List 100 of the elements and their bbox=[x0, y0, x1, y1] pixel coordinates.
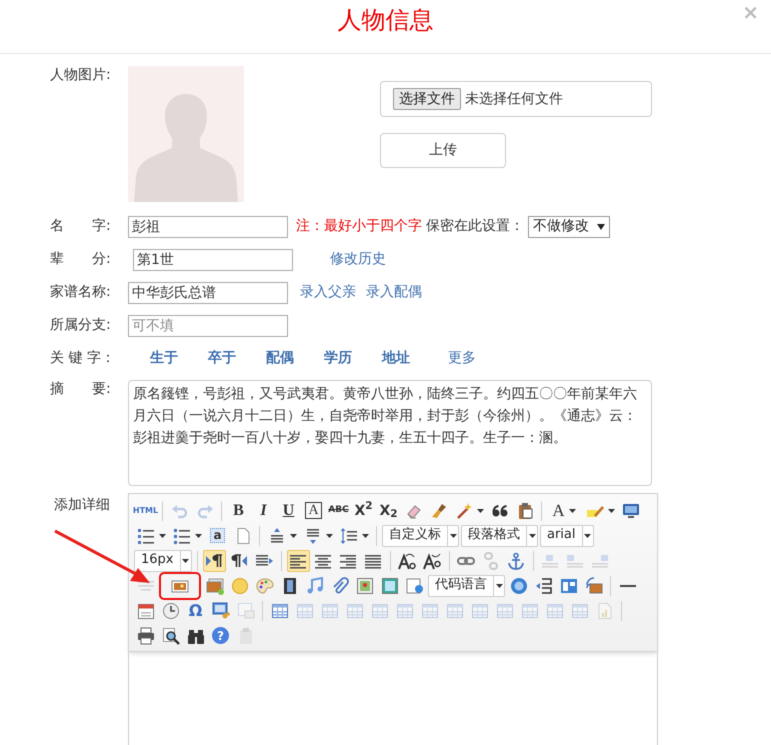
dropdown-select[interactable]: 段落格式 bbox=[461, 524, 538, 546]
special-character-button[interactable]: Ω bbox=[184, 600, 207, 622]
screenshot-icon bbox=[212, 602, 230, 620]
paperclip-icon bbox=[330, 576, 348, 594]
table-icon bbox=[470, 602, 488, 620]
dropdown-select[interactable]: 自定义标 bbox=[382, 524, 459, 546]
upload-button[interactable]: 上传 bbox=[380, 133, 506, 168]
magnifier-icon bbox=[162, 626, 180, 644]
summary-field[interactable]: 原名籛铿，号彭祖，又号武夷君。黄帝八世孙，陆终三子。约四五〇〇年前某年六月六日（一说六月十二日）生，自尧帝时举用，封于彭（今徐州）。《通志》云：彭祖进羹于尧时一百八十岁，娶四十九妻，生五十四子。生子一：溷。 bbox=[128, 380, 652, 486]
bullet-list-icon bbox=[172, 526, 190, 544]
text-case-icon bbox=[398, 552, 416, 570]
table-icon bbox=[320, 602, 338, 620]
music-note-icon bbox=[306, 576, 324, 594]
table-icon bbox=[520, 602, 538, 620]
subscript-button[interactable]: X$_{2}$ bbox=[377, 500, 400, 522]
table-icon bbox=[346, 602, 364, 620]
keyword-link[interactable]: 卒于 bbox=[208, 349, 236, 368]
caret-icon bbox=[158, 534, 166, 538]
printer-icon bbox=[136, 626, 154, 644]
strikethrough-button[interactable]: ABC bbox=[327, 500, 350, 522]
field-label: 添加详细 bbox=[53, 496, 111, 514]
choose-file-button[interactable]: 选择文件 bbox=[393, 88, 461, 110]
field-label: 人物图片: bbox=[50, 66, 112, 85]
monitor-icon bbox=[622, 502, 640, 520]
bold-button[interactable]: B bbox=[227, 500, 250, 522]
webpage-icon bbox=[406, 576, 424, 594]
keyword-link[interactable]: 学历 bbox=[324, 349, 352, 368]
unlink-icon bbox=[482, 552, 500, 570]
avatar-placeholder-icon bbox=[128, 66, 244, 202]
caret-icon bbox=[568, 508, 576, 512]
palette-icon bbox=[256, 576, 274, 594]
genealogy-field[interactable]: 中华彭氏总谱 bbox=[128, 282, 288, 304]
history-link[interactable]: 修改历史 bbox=[330, 250, 386, 269]
border-button[interactable]: a bbox=[206, 524, 229, 546]
caret-icon bbox=[584, 534, 592, 538]
align-left-button[interactable] bbox=[286, 550, 310, 572]
line-height-icon bbox=[340, 526, 358, 544]
html-button[interactable]: HTML bbox=[134, 500, 157, 522]
images-icon bbox=[206, 576, 224, 594]
left-to-right-button[interactable] bbox=[202, 550, 226, 572]
page-break-icon bbox=[534, 576, 552, 594]
dialog-title: 人物信息 bbox=[338, 5, 434, 36]
file-status-text: 未选择任何文件 bbox=[465, 90, 563, 108]
left-to-right-icon bbox=[205, 552, 223, 570]
keyword-link[interactable]: 配偶 bbox=[266, 349, 294, 368]
caret-icon bbox=[496, 584, 502, 588]
keyword-link[interactable]: 地址 bbox=[382, 349, 410, 368]
horizontal-rule-icon bbox=[618, 584, 636, 588]
caret-icon bbox=[608, 508, 614, 512]
table-icon bbox=[420, 602, 438, 620]
underline-button[interactable]: U bbox=[277, 500, 300, 522]
field-label: 辈 分: bbox=[50, 250, 112, 269]
dropdown-select[interactable]: 代码语言 bbox=[428, 574, 505, 596]
caret-icon bbox=[182, 558, 189, 562]
field-label: 所属分支: bbox=[50, 316, 112, 335]
background-image-icon bbox=[584, 576, 602, 594]
magic-wand-icon bbox=[454, 502, 472, 520]
caret-icon bbox=[194, 534, 202, 538]
numbered-list-icon bbox=[136, 526, 154, 544]
table-icon bbox=[396, 602, 414, 620]
file-input[interactable]: 选择文件 未选择任何文件 bbox=[380, 81, 652, 117]
table-icon bbox=[370, 602, 388, 620]
right-to-left-icon bbox=[230, 552, 248, 570]
privacy-select[interactable]: 不做修改 bbox=[528, 216, 610, 238]
calendar-icon bbox=[136, 602, 154, 620]
branch-field[interactable]: 可不填 bbox=[128, 314, 288, 336]
more-link[interactable]: 更多 bbox=[448, 349, 476, 368]
generation-field[interactable]: 第1世 bbox=[133, 248, 293, 270]
superscript-button[interactable]: X$^{2}$ bbox=[352, 500, 375, 522]
note-text: 注：最好小于四个字 bbox=[296, 217, 422, 236]
italic-button[interactable]: I bbox=[252, 500, 275, 522]
field-label: 摘 要: bbox=[50, 380, 112, 399]
text-case-icon bbox=[423, 552, 441, 570]
action-link[interactable]: 录入父亲 bbox=[300, 283, 356, 302]
caret-icon bbox=[290, 534, 296, 538]
table-icon bbox=[270, 602, 288, 620]
keyword-link[interactable]: 生于 bbox=[150, 349, 178, 368]
table-icon bbox=[496, 602, 514, 620]
chart-icon bbox=[596, 602, 614, 620]
brush-icon bbox=[430, 502, 448, 520]
action-link[interactable]: 录入配偶 bbox=[366, 283, 422, 302]
table-icon bbox=[446, 602, 464, 620]
caret-icon bbox=[326, 534, 332, 538]
clock-icon bbox=[162, 602, 180, 620]
anchor-icon bbox=[507, 552, 525, 570]
font-color-button[interactable]: A bbox=[547, 500, 581, 522]
dropdown-select[interactable]: arial bbox=[540, 524, 594, 546]
rich-text-editor[interactable]: HTML B I U A ABC X$^{2}$ X$_{2}$ A a 自定义标 段落格式 arial 16px 代码语言 Ω ? bbox=[128, 493, 658, 745]
table-icon bbox=[296, 602, 314, 620]
caret-icon bbox=[528, 534, 536, 538]
dropdown-select[interactable]: 16px bbox=[134, 550, 192, 572]
name-field[interactable]: 彭祖 bbox=[128, 216, 288, 238]
table-icon bbox=[570, 602, 588, 620]
caret-icon bbox=[597, 224, 605, 230]
caret-icon bbox=[362, 534, 368, 538]
field-label: 名 字: bbox=[50, 217, 112, 236]
caret-icon bbox=[450, 534, 456, 538]
table-icon bbox=[546, 602, 564, 620]
field-label: 家谱名称: bbox=[50, 283, 112, 302]
template-icon bbox=[560, 576, 578, 594]
